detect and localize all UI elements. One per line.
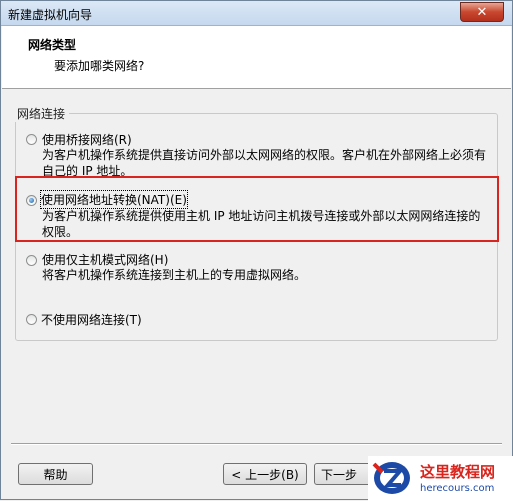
page-title: 网络类型 <box>28 38 77 52</box>
watermark-url: herecours.com <box>420 483 495 494</box>
wizard-window: 新建虚拟机向导 ✕ 网络类型 要添加哪类网络? 网络连接 使用桥接网络(R) 为… <box>0 0 513 501</box>
watermark-logo-icon <box>372 462 410 494</box>
radio-bridged[interactable] <box>26 134 37 145</box>
option-label-no-network[interactable]: 不使用网络连接(T) <box>41 311 142 328</box>
back-button[interactable]: < 上一步(B) <box>223 463 307 485</box>
option-label-host-only[interactable]: 使用仅主机模式网络(H) <box>42 251 168 268</box>
group-legend: 网络连接 <box>15 105 70 122</box>
radio-host-only[interactable] <box>26 255 37 266</box>
title-bar[interactable]: 新建虚拟机向导 ✕ <box>1 1 512 26</box>
close-button[interactable]: ✕ <box>460 2 504 22</box>
radio-nat[interactable] <box>26 195 37 206</box>
watermark-title: 这里教程网 <box>420 463 496 481</box>
option-desc-nat: 为客户机操作系统提供使用主机 IP 地址访问主机拨号连接或外部以太网网络连接的权… <box>42 209 481 239</box>
site-watermark: 这里教程网 herecours.com <box>368 456 513 501</box>
option-desc-host-only: 将客户机操作系统连接到主机上的专用虚拟网络。 <box>42 268 307 282</box>
help-button[interactable]: 帮助 <box>18 463 93 485</box>
wizard-header: 网络类型 要添加哪类网络? <box>2 26 511 89</box>
close-icon: ✕ <box>476 4 488 20</box>
button-separator <box>11 443 502 445</box>
page-subtitle: 要添加哪类网络? <box>54 59 145 73</box>
option-label-bridged[interactable]: 使用桥接网络(R) <box>42 131 132 148</box>
option-desc-bridged: 为客户机操作系统提供直接访问外部以太网网络的权限。客户机在外部网络上必须有自己的… <box>42 148 487 177</box>
radio-no-network[interactable] <box>26 314 37 325</box>
window-title: 新建虚拟机向导 <box>8 8 93 22</box>
option-label-nat[interactable]: 使用网络地址转换(NAT)(E) <box>40 190 188 209</box>
